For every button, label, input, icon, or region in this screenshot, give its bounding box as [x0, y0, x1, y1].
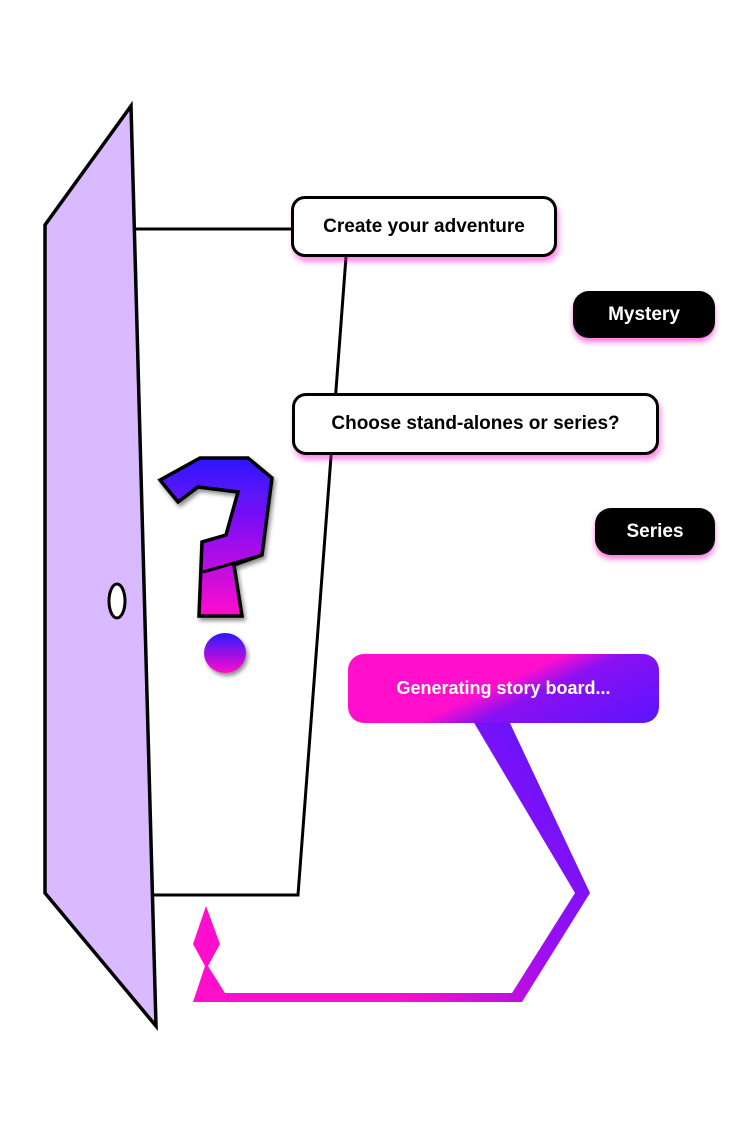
question-mark-icon: [157, 456, 274, 673]
create-adventure-prompt[interactable]: Create your adventure: [291, 196, 557, 257]
door-illustration: [43, 100, 158, 1031]
option-mystery-button[interactable]: Mystery: [573, 291, 715, 338]
door-frame-outline: [153, 256, 348, 897]
generating-status-badge: Generating story board...: [348, 654, 659, 723]
choose-format-prompt[interactable]: Choose stand-alones or series?: [292, 393, 659, 455]
door-scene: [43, 100, 590, 1031]
option-series-button[interactable]: Series: [595, 508, 715, 555]
door-knob-icon: [107, 582, 127, 620]
ribbon-arrow: [193, 721, 590, 1002]
